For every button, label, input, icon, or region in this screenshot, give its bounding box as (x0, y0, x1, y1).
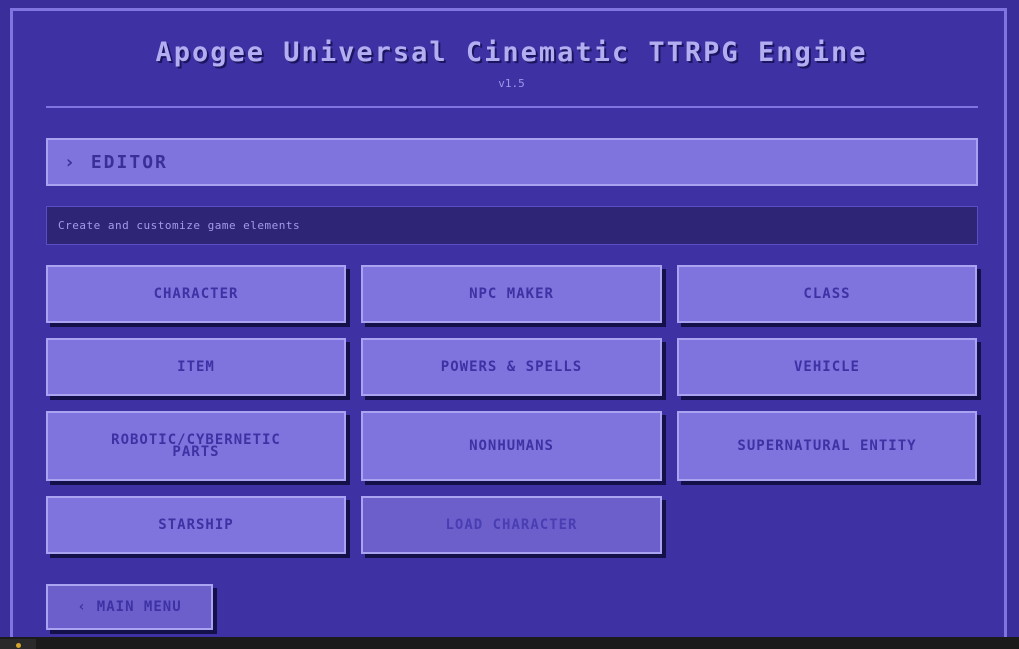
powers-spells-button-label: POWERS & SPELLS (440, 359, 583, 375)
section-description: Create and customize game elements (46, 206, 978, 245)
npc-maker-button[interactable]: NPC MAKER (361, 265, 662, 323)
robotic-cybernetic-label-line2: PARTS (172, 444, 220, 460)
class-button-label: CLASS (803, 286, 851, 302)
section-title: EDITOR (90, 151, 168, 173)
supernatural-entity-button[interactable]: SUPERNATURAL ENTITY (677, 411, 977, 481)
nonhumans-button-label: NONHUMANS (469, 438, 554, 454)
app-frame: Apogee Universal Cinematic TTRPG Engine … (10, 8, 1007, 648)
load-character-button[interactable]: LOAD CHARACTER (361, 496, 662, 554)
status-indicator-icon (0, 639, 36, 649)
robotic-cybernetic-parts-button[interactable]: ROBOTIC/CYBERNETIC PARTS (46, 411, 346, 481)
powers-spells-button[interactable]: POWERS & SPELLS (361, 338, 662, 396)
editor-section-header[interactable]: › EDITOR (46, 138, 978, 186)
chevron-right-icon: › (64, 151, 77, 173)
vehicle-button[interactable]: VEHICLE (677, 338, 977, 396)
item-button-label: ITEM (177, 359, 215, 375)
vehicle-button-label: VEHICLE (793, 359, 860, 375)
status-bar (0, 637, 1019, 649)
app-title: Apogee Universal Cinematic TTRPG Engine (155, 37, 868, 68)
supernatural-entity-button-label: SUPERNATURAL ENTITY (737, 438, 917, 454)
chevron-left-icon: ‹ (77, 599, 87, 615)
npc-maker-button-label: NPC MAKER (469, 286, 554, 302)
starship-button-label: STARSHIP (158, 517, 234, 533)
item-button[interactable]: ITEM (46, 338, 346, 396)
main-menu-label: MAIN MENU (96, 599, 182, 615)
load-character-button-label: LOAD CHARACTER (445, 517, 578, 533)
class-button[interactable]: CLASS (677, 265, 977, 323)
character-button[interactable]: CHARACTER (46, 265, 346, 323)
nonhumans-button[interactable]: NONHUMANS (361, 411, 662, 481)
main-menu-button[interactable]: ‹ MAIN MENU (46, 584, 213, 630)
section-description-text: Create and customize game elements (58, 219, 301, 232)
title-divider (46, 106, 978, 108)
app-version: v1.5 (498, 77, 525, 90)
starship-button[interactable]: STARSHIP (46, 496, 346, 554)
character-button-label: CHARACTER (153, 286, 239, 302)
